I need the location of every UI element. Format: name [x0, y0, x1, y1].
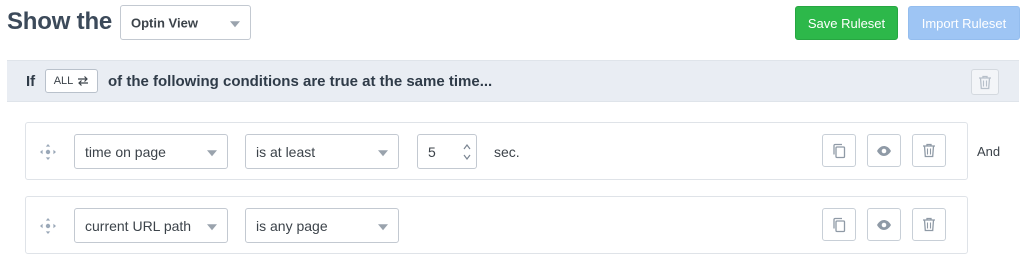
display-type-value: Optin View: [131, 15, 198, 30]
rule-value: 5: [428, 143, 436, 160]
trash-icon: [923, 143, 935, 158]
rule-operator-value: is any page: [256, 217, 328, 234]
chevron-down-icon: [230, 20, 240, 27]
preview-rule-button[interactable]: [867, 134, 901, 167]
chevron-down-icon: [207, 223, 217, 230]
rule-field-select[interactable]: current URL path: [74, 208, 228, 243]
rule-operator-value: is at least: [256, 143, 316, 160]
top-bar: Show the Optin View Save Ruleset Import …: [0, 0, 1024, 48]
match-mode-label: ALL: [53, 75, 74, 87]
rule-field-value: time on page: [85, 143, 166, 160]
chevron-down-icon: [378, 149, 388, 156]
conditions-description: of the following conditions are true at …: [108, 73, 493, 90]
copy-icon: [833, 217, 846, 232]
delete-rule-button[interactable]: [912, 208, 946, 241]
duplicate-rule-button[interactable]: [822, 134, 856, 167]
rule-row: time on page is at least 5 sec.: [25, 122, 968, 180]
delete-rule-button[interactable]: [912, 134, 946, 167]
rule-field-select[interactable]: time on page: [74, 134, 228, 169]
eye-icon: [877, 145, 891, 156]
conditions-header: If ALL of the following conditions are t…: [7, 60, 1019, 102]
swap-icon: [78, 76, 89, 86]
rule-field-value: current URL path: [85, 217, 192, 234]
chevron-down-icon: [207, 149, 217, 156]
rule-unit-label: sec.: [494, 144, 520, 160]
page-title: Show the: [7, 8, 113, 35]
rule-value-input[interactable]: 5: [417, 134, 477, 169]
drag-handle-icon[interactable]: [39, 217, 57, 235]
import-ruleset-button[interactable]: Import Ruleset: [908, 6, 1020, 40]
copy-icon: [833, 143, 846, 158]
save-ruleset-button[interactable]: Save Ruleset: [795, 6, 898, 40]
eye-icon: [877, 219, 891, 230]
match-mode-toggle[interactable]: ALL: [45, 69, 98, 93]
chevron-down-icon: [378, 223, 388, 230]
rule-row: current URL path is any page: [25, 196, 968, 254]
if-label: If: [26, 73, 36, 90]
display-type-select[interactable]: Optin View: [120, 5, 251, 40]
stepper-icon[interactable]: [462, 141, 472, 163]
trash-icon: [979, 75, 991, 89]
delete-group-button[interactable]: [971, 69, 999, 95]
duplicate-rule-button[interactable]: [822, 208, 856, 241]
preview-rule-button[interactable]: [867, 208, 901, 241]
trash-icon: [923, 217, 935, 232]
and-joiner-label: And: [977, 144, 1001, 159]
drag-handle-icon[interactable]: [39, 143, 57, 161]
rule-operator-select[interactable]: is at least: [245, 134, 399, 169]
rule-operator-select[interactable]: is any page: [245, 208, 399, 243]
